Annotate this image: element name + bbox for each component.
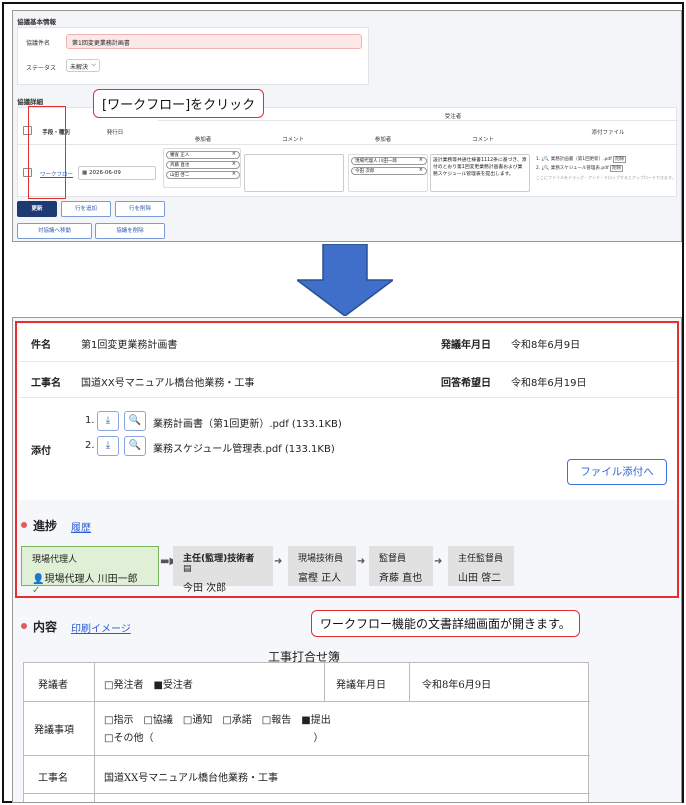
grid-line bbox=[24, 755, 590, 756]
doc-date-label: 発議年月日 bbox=[336, 680, 386, 691]
file-delete-button[interactable]: 削除 bbox=[613, 156, 627, 163]
issue-date-input[interactable]: ▦ 2026-06-09 bbox=[78, 166, 156, 180]
remove-icon: × bbox=[418, 157, 423, 163]
sender-comment-input[interactable] bbox=[244, 154, 344, 192]
detail-table: 受注者 手段・種別 発行日 参加者 コメント 参加者 コメント 添付ファイル ワ… bbox=[17, 107, 678, 197]
remove-icon: × bbox=[231, 161, 236, 167]
grid-line bbox=[409, 663, 410, 701]
screenshot-frame: 協議基本情報 協議件名 第1回変更業務計画書 ステータス 未解決 ⌵ 協議詳細 … bbox=[2, 2, 684, 803]
basic-info-title: 協議基本情報 bbox=[17, 18, 56, 26]
update-button[interactable]: 更新 bbox=[17, 201, 57, 217]
participant-header: 参加者 bbox=[194, 137, 212, 143]
callout-detail-opens: ワークフロー機能の文書詳細画面が開きます。 bbox=[311, 610, 580, 637]
calendar-icon: ▦ bbox=[82, 170, 88, 176]
detail-title: 協議詳細 bbox=[17, 98, 43, 106]
meeting-record-form: 発議者 □発注者 ■受注者 発議年月日 令和8年6月9日 発議事項 □指示 □協… bbox=[23, 662, 590, 802]
matter-line-2: □その他（ ） bbox=[104, 733, 324, 744]
issuer-label: 発議者 bbox=[38, 680, 68, 691]
bullet-icon bbox=[21, 623, 27, 629]
participant-tag: 審査 正人 × bbox=[166, 151, 240, 159]
participant-tag: 山田 啓二 × bbox=[166, 171, 240, 179]
chevron-down-icon: ⌵ bbox=[91, 61, 96, 68]
delete-meeting-button[interactable]: 協議を削除 bbox=[95, 223, 165, 239]
highlight-workflow-column bbox=[28, 106, 66, 199]
grid-line bbox=[24, 701, 590, 702]
issuer-value: □発注者 ■受注者 bbox=[104, 680, 193, 691]
file-item: 2. ⤓🔍 業務スケジュール管理表.pdf 削除 bbox=[536, 165, 624, 172]
name-label: 協議件名 bbox=[26, 40, 51, 47]
status-value: 未解決 bbox=[70, 64, 89, 71]
grid-line bbox=[324, 663, 325, 701]
add-row-button[interactable]: 行を追加 bbox=[61, 201, 111, 217]
date-header: 発行日 bbox=[106, 130, 124, 136]
participant-tag: 今田 次郎 × bbox=[351, 167, 427, 175]
document-detail-panel: 件名 第1回変更業務計画書 発議年月日 令和8年6月9日 工事名 国道XX号マニ… bbox=[12, 317, 682, 803]
remove-icon: × bbox=[231, 171, 236, 177]
print-preview-link[interactable]: 印刷イメージ bbox=[71, 620, 131, 635]
receiver-group-header: 受注者 bbox=[444, 114, 462, 120]
doc-project-value: 国道XX号マニュアル橋台他業務・工事 bbox=[104, 773, 278, 784]
sender-participants-field[interactable]: 審査 正人 × 斉藤 直也 × 山田 啓二 × bbox=[163, 148, 241, 188]
matter-label: 発議事項 bbox=[34, 725, 74, 736]
move-meeting-button[interactable]: 対協議へ移動 bbox=[17, 223, 92, 239]
grid-line bbox=[94, 663, 95, 802]
remove-icon: × bbox=[231, 151, 236, 157]
files-header: 添付ファイル bbox=[591, 130, 625, 136]
meeting-edit-panel: 協議基本情報 協議件名 第1回変更業務計画書 ステータス 未解決 ⌵ 協議詳細 … bbox=[12, 10, 682, 242]
status-label: ステータス bbox=[26, 65, 57, 72]
receiver-participants-field[interactable]: 現場代理人 川田一郎 × 今田 次郎 × bbox=[348, 154, 428, 192]
content-title: 内容 bbox=[33, 620, 58, 634]
meeting-name-input[interactable]: 第1回変更業務計画書 bbox=[66, 34, 362, 49]
basic-info-card: 協議件名 第1回変更業務計画書 ステータス 未解決 ⌵ bbox=[17, 27, 369, 85]
down-arrow-icon bbox=[297, 244, 393, 316]
file-delete-button[interactable]: 削除 bbox=[610, 165, 624, 172]
comment-header: コメント bbox=[281, 137, 304, 143]
participant-tag: 現場代理人 川田一郎 × bbox=[351, 157, 427, 165]
row-divider bbox=[18, 144, 678, 145]
grid-line bbox=[24, 793, 590, 794]
participant-tag: 斉藤 直也 × bbox=[166, 161, 240, 169]
header-divider bbox=[158, 120, 678, 121]
remove-icon: × bbox=[418, 167, 423, 173]
delete-row-button[interactable]: 行を削除 bbox=[115, 201, 165, 217]
highlight-detail-area bbox=[15, 321, 679, 598]
matter-line-1: □指示 □協議 □通知 □承諾 □報告 ■提出 bbox=[104, 715, 331, 726]
doc-date-value: 令和8年6月9日 bbox=[422, 680, 492, 691]
file-item: 1. ⤓🔍 業務計画書（第1回更新）.pdf 削除 bbox=[536, 156, 627, 163]
doc-project-label: 工事名 bbox=[38, 773, 68, 784]
drop-hint: ここにファイルをドラッグ・アンド・ドロップするとアップロードできます。 bbox=[536, 175, 676, 180]
comment-header-2: コメント bbox=[471, 137, 494, 143]
callout-click-workflow: [ワークフロー]をクリック bbox=[93, 89, 265, 118]
status-select[interactable]: 未解決 ⌵ bbox=[66, 59, 100, 72]
issue-date-value: 2026-06-09 bbox=[88, 170, 121, 176]
receiver-comment-input[interactable]: 設計業務等共通仕様書1112条に基づき、添付のとおり第1回変更業務計画書および業… bbox=[430, 154, 530, 192]
participant-header-2: 参加者 bbox=[374, 137, 392, 143]
